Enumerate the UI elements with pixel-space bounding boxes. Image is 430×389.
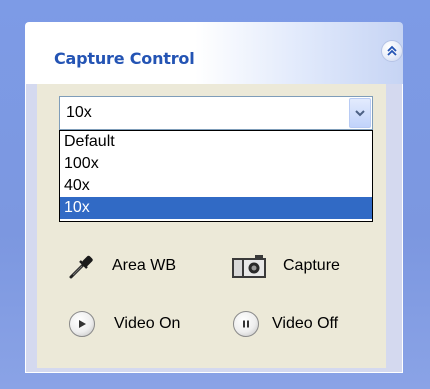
- area-wb-label: Area WB: [112, 257, 177, 274]
- dropdown-arrow-button[interactable]: [349, 98, 371, 128]
- magnification-select[interactable]: 10x: [59, 96, 373, 130]
- double-chevron-up-icon: [387, 45, 397, 56]
- eyedropper-icon: [67, 252, 95, 280]
- video-off-button[interactable]: Video Off: [233, 311, 338, 337]
- capture-control-panel: Capture Control 10x Default 100x 40x 10x…: [25, 22, 403, 373]
- play-icon: [69, 311, 95, 337]
- panel-title: Capture Control: [54, 49, 195, 68]
- dropdown-option-default[interactable]: Default: [60, 131, 372, 153]
- video-on-label: Video On: [114, 315, 181, 332]
- video-on-button[interactable]: Video On: [69, 311, 180, 337]
- magnification-select-value: 10x: [66, 104, 92, 121]
- video-off-label: Video Off: [272, 315, 339, 332]
- dropdown-option-10x[interactable]: 10x: [60, 197, 372, 219]
- collapse-button[interactable]: [381, 40, 403, 62]
- pause-icon: [233, 311, 259, 337]
- dropdown-option-40x[interactable]: 40x: [60, 175, 372, 197]
- area-wb-button[interactable]: Area WB: [67, 252, 176, 280]
- dropdown-option-100x[interactable]: 100x: [60, 153, 372, 175]
- capture-label: Capture: [283, 257, 340, 274]
- panel-content: 10x Default 100x 40x 10x Area WB Capture…: [37, 84, 386, 368]
- panel-body: 10x Default 100x 40x 10x Area WB Capture…: [25, 84, 403, 373]
- panel-header[interactable]: Capture Control: [25, 22, 403, 84]
- chevron-down-icon: [355, 110, 365, 117]
- magnification-dropdown-list: Default 100x 40x 10x: [59, 130, 373, 222]
- camera-icon: [231, 252, 267, 280]
- capture-button[interactable]: Capture: [231, 252, 340, 280]
